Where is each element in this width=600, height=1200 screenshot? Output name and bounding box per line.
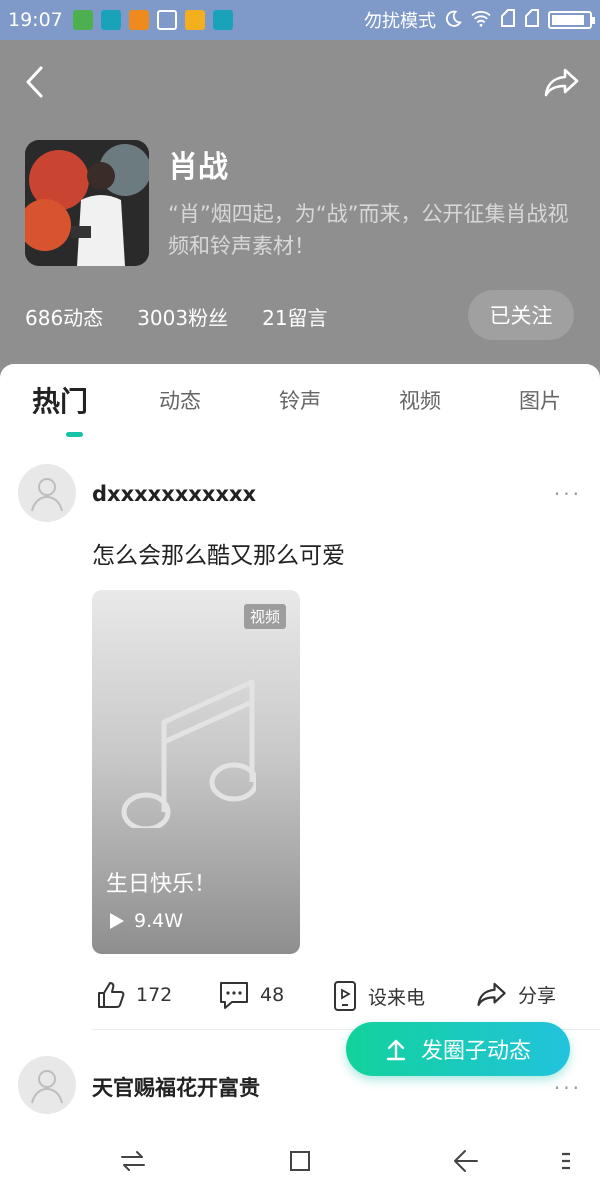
video-tag: 视频 — [243, 604, 286, 629]
thumbs-up-icon — [98, 982, 125, 1008]
signal-icon — [500, 8, 516, 33]
app-notification-icon — [72, 10, 93, 30]
circle-stats: 686动态 3003粉丝 21留言 — [25, 302, 328, 331]
default-user-icon — [31, 478, 63, 512]
video-card[interactable]: 视频 生日快乐！ 9.4W — [92, 590, 300, 954]
video-title: 生日快乐！ — [106, 872, 217, 897]
fab-label: 发圈子动态 — [420, 1039, 531, 1064]
tab-bar: 热门 动态 铃声 视频 图片 — [0, 380, 600, 440]
menu-button[interactable] — [546, 1146, 586, 1176]
post-avatar[interactable] — [18, 464, 76, 522]
post-username[interactable]: 天官赐福花开富贵 — [92, 1072, 260, 1102]
back-button[interactable] — [14, 62, 54, 102]
share-arrow-icon — [544, 68, 579, 97]
phone-ringtone-icon — [334, 981, 356, 1011]
set-ringtone-label: 设来电 — [368, 986, 426, 1009]
swap-arrows-icon — [121, 1151, 145, 1171]
share-button[interactable] — [542, 62, 582, 102]
post-share-button[interactable]: 分享 — [476, 980, 556, 1008]
battery-icon — [548, 11, 595, 29]
menu-dots-icon — [562, 1152, 570, 1170]
tab-posts[interactable]: 动态 — [120, 380, 240, 440]
dnd-label: 勿扰模式 — [364, 11, 436, 32]
posts-count[interactable]: 686动态 — [25, 302, 103, 331]
content-sheet: 热门 动态 铃声 视频 图片 dxxxxxxxxxxx ··· 怎么会那么酷又那… — [0, 364, 600, 1200]
circle-header: 肖战 “肖”烟四起，为“战”而来，公开征集肖战视频和铃声素材！ 686动态 30… — [0, 40, 600, 370]
home-button[interactable] — [280, 1146, 320, 1176]
more-options-icon[interactable]: ··· — [554, 1076, 582, 1100]
post-actions: 172 48 设来电 分享 — [96, 980, 576, 1020]
nav-back-button[interactable] — [446, 1146, 486, 1176]
comment-count: 48 — [260, 984, 285, 1006]
tab-hot[interactable]: 热门 — [0, 380, 120, 440]
system-nav-bar — [0, 1120, 600, 1200]
status-right: 勿扰模式 — [364, 7, 595, 33]
status-bar: 19:07 勿扰模式 — [0, 0, 600, 40]
back-arrow-icon — [454, 1150, 478, 1172]
usb-notification-icon — [212, 10, 233, 30]
play-count: 9.4W — [134, 910, 184, 932]
brush-notification-icon — [156, 10, 177, 30]
fans-count[interactable]: 3003粉丝 — [137, 302, 228, 331]
active-tab-indicator — [66, 432, 83, 437]
tab-images[interactable]: 图片 — [480, 380, 600, 440]
status-time: 19:07 — [8, 9, 63, 31]
comment-button[interactable]: 48 — [218, 980, 284, 1010]
circle-description: “肖”烟四起，为“战”而来，公开征集肖战视频和铃声素材！ — [168, 202, 569, 258]
post-avatar[interactable] — [18, 1056, 76, 1114]
battery-level — [552, 15, 584, 25]
moon-icon — [444, 9, 462, 32]
switch-apps-button[interactable] — [113, 1146, 153, 1176]
tab-videos[interactable]: 视频 — [360, 380, 480, 440]
folder-notification-icon — [184, 10, 205, 30]
status-left: 19:07 — [8, 9, 233, 31]
default-user-icon — [31, 1070, 63, 1104]
wifi-icon — [470, 9, 492, 32]
upload-arrow-icon — [386, 1039, 406, 1061]
like-button[interactable]: 172 — [96, 980, 172, 1010]
tab-ringtones[interactable]: 铃声 — [240, 380, 360, 440]
like-count: 172 — [136, 984, 173, 1006]
share-label: 分享 — [518, 984, 557, 1007]
post-to-circle-button[interactable]: 发圈子动态 — [346, 1022, 570, 1076]
warning-notification-icon — [128, 10, 149, 30]
share-arrow-icon — [477, 982, 506, 1007]
comment-bubble-icon — [220, 982, 248, 1009]
messages-count[interactable]: 21留言 — [262, 302, 327, 331]
circle-title: 肖战 — [168, 150, 228, 185]
music-note-icon — [121, 679, 256, 828]
circle-avatar — [25, 140, 149, 266]
video-plays: 9.4W — [108, 910, 183, 932]
square-icon — [290, 1151, 310, 1171]
chevron-left-icon — [26, 66, 43, 98]
play-icon — [110, 913, 124, 929]
post-username[interactable]: dxxxxxxxxxxx — [92, 482, 256, 506]
follow-button[interactable]: 已关注 — [468, 290, 574, 340]
post-text: 怎么会那么酷又那么可爱 — [92, 543, 345, 569]
more-options-icon[interactable]: ··· — [554, 482, 582, 506]
set-ringtone-button[interactable]: 设来电 — [332, 980, 425, 1012]
signal-icon-2 — [524, 8, 540, 33]
sync-notification-icon — [100, 10, 121, 30]
